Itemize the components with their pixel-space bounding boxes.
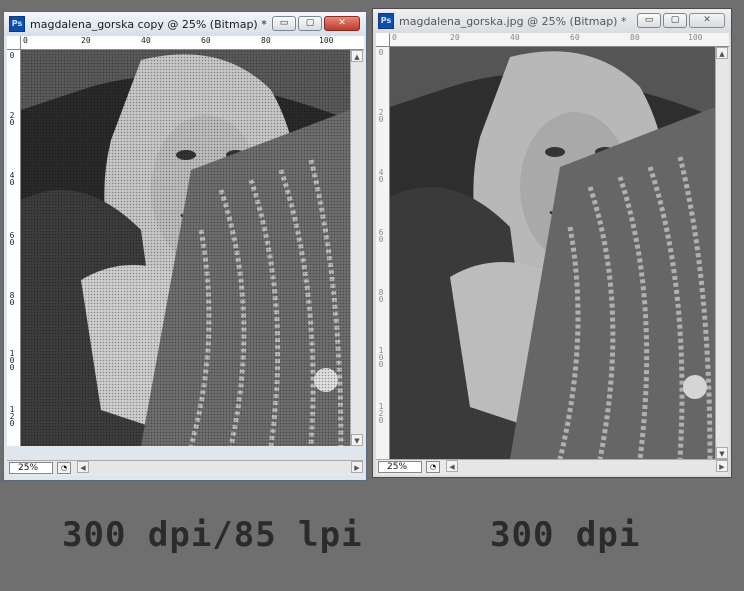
maximize-button[interactable]: ▢ bbox=[663, 13, 687, 28]
ruler-tick-label: 6 0 bbox=[378, 228, 384, 244]
ruler-origin[interactable] bbox=[376, 33, 390, 47]
ruler-tick-label: 2 0 bbox=[378, 108, 384, 124]
document-window-left[interactable]: Ps magdalena_gorska copy @ 25% (Bitmap) … bbox=[3, 11, 367, 481]
horizontal-scrollbar[interactable]: ◀ ▶ bbox=[446, 459, 728, 473]
window-title-left: magdalena_gorska copy @ 25% (Bitmap) * bbox=[30, 17, 267, 31]
photoshop-app-icon: Ps bbox=[378, 13, 394, 29]
ruler-tick-label: 1 2 0 bbox=[378, 402, 384, 425]
horizontal-scrollbar[interactable]: ◀ ▶ bbox=[77, 460, 363, 474]
ruler-tick-label: 60 bbox=[201, 36, 211, 45]
vertical-ruler[interactable]: 0 2 0 4 0 6 0 8 0 1 0 0 1 2 0 bbox=[376, 47, 390, 459]
ruler-tick-label: 4 0 bbox=[378, 168, 384, 184]
ruler-tick-label: 0 bbox=[23, 36, 28, 45]
ruler-tick-label: 4 0 bbox=[9, 171, 15, 187]
ruler-tick-label: 80 bbox=[630, 33, 640, 42]
horizontal-ruler[interactable]: 0 20 40 60 80 100 bbox=[21, 36, 364, 50]
caption-left: 300 dpi/85 lpi bbox=[62, 515, 363, 555]
ruler-tick-label: 100 bbox=[319, 36, 334, 45]
zoom-level-field[interactable]: 25% bbox=[378, 461, 422, 473]
zoom-level-field[interactable]: 25% bbox=[9, 462, 53, 474]
title-bar-left[interactable]: Ps magdalena_gorska copy @ 25% (Bitmap) … bbox=[4, 12, 366, 36]
ruler-tick-label: 20 bbox=[81, 36, 91, 45]
ruler-tick-label: 8 0 bbox=[9, 291, 15, 307]
scroll-up-arrow-icon[interactable]: ▲ bbox=[716, 47, 728, 59]
halftone-portrait-image bbox=[21, 50, 350, 446]
ruler-tick-label: 8 0 bbox=[378, 288, 384, 304]
ruler-tick-label: 20 bbox=[450, 33, 460, 42]
ruler-tick-label: 2 0 bbox=[9, 111, 15, 127]
scroll-left-arrow-icon[interactable]: ◀ bbox=[77, 461, 89, 473]
ruler-tick-label: 0 bbox=[9, 51, 15, 60]
scroll-right-arrow-icon[interactable]: ▶ bbox=[351, 461, 363, 473]
minimize-button[interactable]: ▭ bbox=[272, 16, 296, 31]
vertical-scrollbar[interactable]: ▲ ▼ bbox=[715, 47, 729, 459]
maximize-button[interactable]: ▢ bbox=[298, 16, 322, 31]
ruler-tick-label: 1 2 0 bbox=[9, 405, 15, 428]
image-canvas-left[interactable] bbox=[21, 50, 350, 446]
ruler-tick-label: 0 bbox=[392, 33, 397, 42]
minimize-button[interactable]: ▭ bbox=[637, 13, 661, 28]
ruler-tick-label: 6 0 bbox=[9, 231, 15, 247]
scroll-right-arrow-icon[interactable]: ▶ bbox=[716, 460, 728, 472]
ruler-tick-label: 40 bbox=[510, 33, 520, 42]
scroll-left-arrow-icon[interactable]: ◀ bbox=[446, 460, 458, 472]
document-window-right[interactable]: Ps magdalena_gorska.jpg @ 25% (Bitmap) *… bbox=[372, 8, 732, 478]
close-button[interactable]: ✕ bbox=[324, 16, 360, 31]
scroll-down-arrow-icon[interactable]: ▼ bbox=[716, 447, 728, 459]
vertical-ruler[interactable]: 0 2 0 4 0 6 0 8 0 1 0 0 1 2 0 bbox=[7, 50, 21, 446]
ruler-tick-label: 80 bbox=[261, 36, 271, 45]
caption-right: 300 dpi bbox=[490, 515, 641, 555]
title-bar-right[interactable]: Ps magdalena_gorska.jpg @ 25% (Bitmap) *… bbox=[373, 9, 731, 33]
scroll-down-arrow-icon[interactable]: ▼ bbox=[351, 434, 363, 446]
vertical-scrollbar[interactable]: ▲ ▼ bbox=[350, 50, 364, 446]
grayscale-portrait-image bbox=[390, 47, 715, 459]
horizontal-ruler[interactable]: 0 20 40 60 80 100 bbox=[390, 33, 729, 47]
ruler-tick-label: 60 bbox=[570, 33, 580, 42]
status-info-icon[interactable]: ◔ bbox=[57, 462, 71, 474]
ruler-tick-label: 40 bbox=[141, 36, 151, 45]
image-canvas-right[interactable] bbox=[390, 47, 715, 459]
scroll-up-arrow-icon[interactable]: ▲ bbox=[351, 50, 363, 62]
status-info-icon[interactable]: ◔ bbox=[426, 461, 440, 473]
ruler-tick-label: 0 bbox=[378, 48, 384, 57]
ruler-origin[interactable] bbox=[7, 36, 21, 50]
ruler-tick-label: 100 bbox=[688, 33, 703, 42]
window-title-right: magdalena_gorska.jpg @ 25% (Bitmap) * bbox=[399, 14, 627, 28]
ruler-tick-label: 1 0 0 bbox=[9, 349, 15, 372]
ruler-tick-label: 1 0 0 bbox=[378, 346, 384, 369]
photoshop-app-icon: Ps bbox=[9, 16, 25, 32]
close-button[interactable]: ✕ bbox=[689, 13, 725, 28]
